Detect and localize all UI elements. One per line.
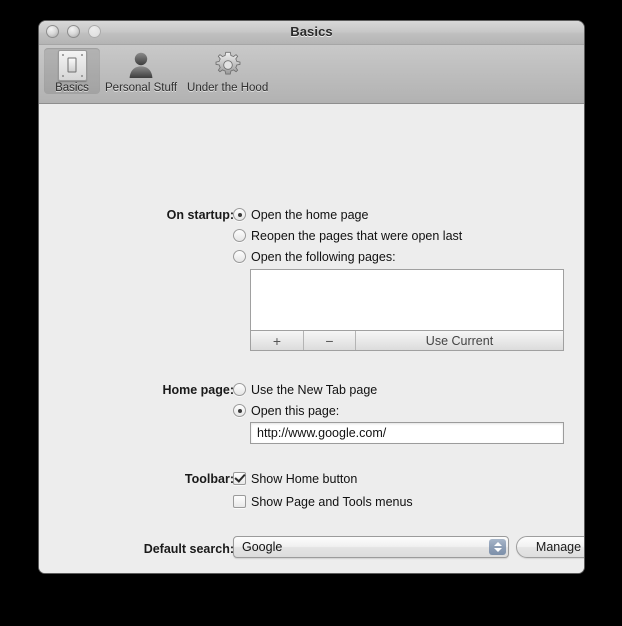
checkbox-label: Show Page and Tools menus	[251, 494, 413, 509]
preferences-window: Basics Basics Personal Stuff Under the H…	[39, 21, 584, 573]
chevron-updown-icon	[489, 539, 506, 555]
toolbar-tab-basics[interactable]: Basics	[44, 48, 100, 94]
remove-page-button[interactable]: −	[304, 331, 356, 350]
toolbar-tab-personal-stuff[interactable]: Personal Stuff	[100, 48, 182, 94]
home-page-label: Home page:	[162, 383, 234, 397]
window-title: Basics	[290, 24, 333, 39]
switch-plate-icon	[56, 49, 88, 81]
radio-label: Open the following pages:	[251, 249, 396, 264]
radio-indicator	[233, 208, 246, 221]
checkbox-label: Show Home button	[251, 471, 358, 486]
checkbox-show-page-tools-menus[interactable]: Show Page and Tools menus	[233, 492, 413, 511]
home-page-url-input[interactable]: http://www.google.com/	[250, 422, 564, 444]
checkbox-show-home-button[interactable]: Show Home button	[233, 469, 357, 488]
radio-label: Open this page:	[251, 403, 340, 418]
gear-icon	[212, 49, 244, 81]
window-titlebar: Basics	[39, 21, 584, 45]
default-search-select[interactable]: Google	[233, 536, 509, 558]
radio-open-following-pages[interactable]: Open the following pages:	[233, 247, 396, 266]
manage-search-engines-button[interactable]: Manage	[516, 536, 584, 558]
radio-indicator	[233, 250, 246, 263]
checkbox-indicator	[233, 495, 246, 508]
add-page-button[interactable]: +	[251, 331, 304, 350]
default-search-value: Google	[242, 540, 283, 554]
radio-indicator	[233, 404, 246, 417]
toolbar-tab-label: Under the Hood	[187, 82, 269, 94]
toolbar-tab-under-the-hood[interactable]: Under the Hood	[182, 48, 273, 94]
default-search-label: Default search:	[143, 542, 234, 556]
radio-indicator	[233, 383, 246, 396]
radio-use-new-tab-page[interactable]: Use the New Tab page	[233, 380, 377, 399]
screen: Basics Basics Personal Stuff Under the H…	[0, 0, 622, 626]
on-startup-label: On startup:	[166, 208, 234, 222]
startup-pages-list[interactable]	[250, 269, 564, 331]
preferences-toolbar: Basics Personal Stuff Under the Hood	[39, 45, 584, 104]
radio-open-this-page[interactable]: Open this page:	[233, 401, 339, 420]
preferences-content: On startup: Open the home page Reopen th…	[39, 104, 584, 573]
use-current-button[interactable]: Use Current	[356, 331, 563, 350]
radio-label: Use the New Tab page	[251, 382, 378, 397]
radio-open-home-page[interactable]: Open the home page	[233, 205, 368, 224]
radio-label: Reopen the pages that were open last	[251, 228, 463, 243]
toolbar-tab-label: Personal Stuff	[105, 82, 178, 94]
radio-reopen-last-pages[interactable]: Reopen the pages that were open last	[233, 226, 462, 245]
checkbox-indicator	[233, 472, 246, 485]
startup-pages-buttons: + − Use Current	[250, 331, 564, 351]
toolbar-prefs-label: Toolbar:	[184, 472, 234, 486]
person-icon	[125, 49, 157, 81]
radio-indicator	[233, 229, 246, 242]
radio-label: Open the home page	[251, 207, 369, 222]
toolbar-tab-label: Basics	[55, 82, 89, 94]
